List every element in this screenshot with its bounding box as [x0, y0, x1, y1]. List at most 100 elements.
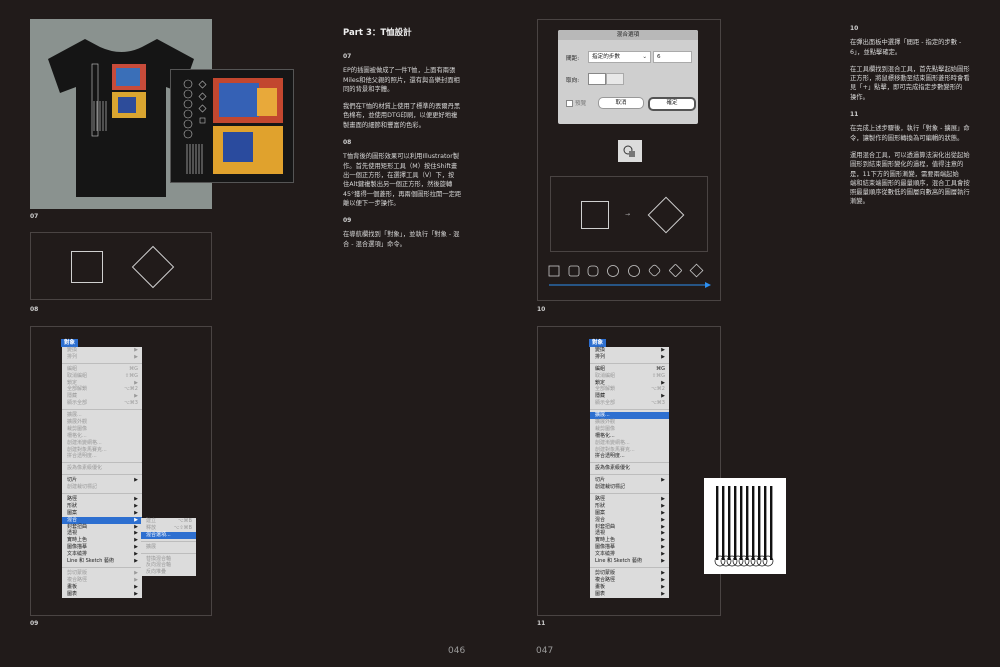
menu-item[interactable]: 圖表 ▶	[590, 591, 669, 598]
menu-item-label: 變換	[595, 347, 606, 353]
submenu-arrow-icon: ▶	[134, 569, 138, 576]
menu-item[interactable]: 設為像素級優化	[62, 465, 142, 472]
submenu-arrow-icon: ▶	[661, 583, 665, 590]
menu-item[interactable]: 編組 ⌘G	[62, 366, 142, 373]
menu-item[interactable]: 設為像素級優化	[590, 465, 669, 472]
menu-item[interactable]: 混合 ▶	[590, 517, 669, 524]
submenu-arrow-icon: ▶	[661, 509, 665, 516]
cancel-button[interactable]: 取消	[598, 97, 644, 109]
menu-header-object[interactable]: 對象	[61, 339, 79, 347]
blend-submenu: 建立 ⌥⌘B 釋放 ⌥⇧⌘B 混合選項... 擴展 替換混合軸 反向混合軸 反向堆疊	[141, 518, 196, 577]
menu-item-label: 形狀	[67, 502, 78, 509]
align-to-path-icon[interactable]	[606, 73, 624, 85]
menu-item[interactable]: 創建漸變網格...	[590, 440, 669, 447]
menu-item-label: 複合路徑	[67, 576, 88, 583]
menu-item[interactable]: Line 和 Sketch 藝術 ▶	[590, 558, 669, 565]
menu-item[interactable]: 排列 ▶	[62, 354, 142, 361]
menu-separator	[590, 493, 669, 495]
submenu-arrow-icon: ▶	[661, 353, 665, 360]
menu2-header-object[interactable]: 對象	[589, 339, 607, 347]
menu-item[interactable]: 拼合透明度...	[590, 453, 669, 460]
menu-item[interactable]: 路徑 ▶	[590, 496, 669, 503]
menu-item[interactable]: 建立 ⌥⌘B	[141, 518, 196, 525]
menu-item[interactable]: 圖案 ▶	[62, 510, 142, 517]
menu-item[interactable]: 裁剪圖像	[62, 426, 142, 433]
menu-item-label: 透視	[67, 530, 78, 537]
menu-item[interactable]: Line 和 Sketch 藝術 ▶	[62, 558, 142, 565]
diamond-shape	[131, 245, 175, 289]
menu-item[interactable]: 複合路徑 ▶	[62, 577, 142, 584]
menu-item[interactable]: 畫板 ▶	[590, 584, 669, 591]
menu-item[interactable]: 混合 ▶	[62, 516, 142, 524]
menu-item[interactable]: 擴展外觀	[590, 419, 669, 426]
menu-item-label: 創建漸變網格...	[595, 439, 630, 446]
submenu-arrow-icon: ▶	[134, 544, 138, 551]
menu-item-label: 擴展...	[595, 412, 610, 419]
menu-item-label: 創建對象馬賽克...	[67, 446, 107, 453]
menu-item-label: 路徑	[67, 496, 78, 503]
submenu-arrow-icon: ▶	[661, 393, 665, 400]
menu-item[interactable]: 柵格化...	[590, 433, 669, 440]
menu-item[interactable]: 擴展...	[62, 412, 142, 419]
menu-item[interactable]: 形狀 ▶	[590, 503, 669, 510]
menu-item[interactable]: 剪切蒙版 ▶	[62, 570, 142, 577]
menu-item[interactable]: 排列 ▶	[590, 354, 669, 361]
menu-item[interactable]: 擴展	[141, 544, 196, 551]
menu-item[interactable]: 釋放 ⌥⇧⌘B	[141, 525, 196, 532]
menu-item[interactable]: 文本繞排 ▶	[62, 551, 142, 558]
submenu-arrow-icon: ▶	[134, 530, 138, 537]
menu-item-label: 全部解鎖	[67, 386, 88, 393]
menu-item[interactable]: 創建裁切標記	[62, 484, 142, 491]
menu-item[interactable]: 擴展...	[590, 412, 669, 420]
menu-item[interactable]: 柵格化...	[62, 433, 142, 440]
menu-item[interactable]: 變換 ▶	[590, 347, 669, 354]
align-to-page-icon[interactable]	[588, 73, 606, 85]
ok-button[interactable]: 確定	[648, 97, 696, 111]
submenu-arrow-icon: ▶	[134, 509, 138, 516]
menu-item[interactable]: 圖案 ▶	[590, 510, 669, 517]
menu-separator	[62, 474, 142, 476]
menu-item-label: 文本繞排	[595, 551, 616, 558]
menu-item[interactable]: 混合選項...	[141, 531, 196, 539]
menu-item[interactable]: 變換 ▶	[62, 347, 142, 354]
menu-item-label: 混合	[67, 516, 78, 523]
menu-item-label: 圖案	[595, 509, 606, 516]
step-number: 08	[343, 139, 352, 147]
menu-item-label: 擴展	[146, 543, 157, 550]
menu-item[interactable]: 形狀 ▶	[62, 503, 142, 510]
menu-item[interactable]: 反向堆疊	[141, 569, 196, 576]
start-square-shape	[581, 201, 609, 229]
menu-item[interactable]: 複合路徑 ▶	[590, 577, 669, 584]
preview-checkbox[interactable]	[566, 100, 573, 107]
menu-item[interactable]: 拼合透明度...	[62, 453, 142, 460]
spacing-select[interactable]: 指定的步數 ⌄	[588, 51, 651, 63]
menu-item[interactable]: 取消編組 ⇧⌘G	[590, 373, 669, 380]
tshirt-back-print	[170, 69, 294, 183]
menu-shortcut: ⌘G	[129, 365, 138, 372]
steps-input[interactable]: 6	[653, 51, 692, 63]
menu-item-label: 圖像描摹	[595, 544, 616, 551]
menu-item[interactable]: 取消編組 ⇧⌘G	[62, 373, 142, 380]
chevron-down-icon: ⌄	[642, 54, 647, 60]
menu-item[interactable]: 剪切蒙版 ▶	[590, 570, 669, 577]
menu-item[interactable]: 裁剪圖像	[590, 426, 669, 433]
menu-item[interactable]: 文本繞排 ▶	[590, 551, 669, 558]
menu-item[interactable]: 顯示全部 ⌥⌘3	[62, 400, 142, 407]
menu-item[interactable]: 顯示全部 ⌥⌘3	[590, 400, 669, 407]
submenu-arrow-icon: ▶	[134, 353, 138, 360]
menu-item[interactable]: 圖表 ▶	[62, 591, 142, 598]
menu-item[interactable]: 畫板 ▶	[62, 584, 142, 591]
menu-item[interactable]: 創建漸變網格...	[62, 440, 142, 447]
menu-item[interactable]: 路徑 ▶	[62, 496, 142, 503]
blend-tool-icon[interactable]	[618, 140, 642, 162]
body-paragraph: 在工具欄找到混合工具，首先點擊起始圖形 正方形，將鼠標移動至結束圖形菱形時會看 …	[850, 65, 970, 101]
menu-item-label: 剪切蒙版	[67, 569, 88, 576]
menu-item-label: 圖像描摹	[67, 544, 88, 551]
menu-item[interactable]: 擴展外觀	[62, 419, 142, 426]
submenu-arrow-icon: ▶	[661, 347, 665, 353]
menu-shortcut: ⌥⌘3	[651, 400, 665, 407]
menu-item[interactable]: 創建裁切標記	[590, 484, 669, 491]
menu-shortcut: ⌥⌘2	[651, 386, 665, 393]
menu-item[interactable]: 編組 ⌘G	[590, 366, 669, 373]
figure-label-09: 09	[30, 620, 39, 627]
